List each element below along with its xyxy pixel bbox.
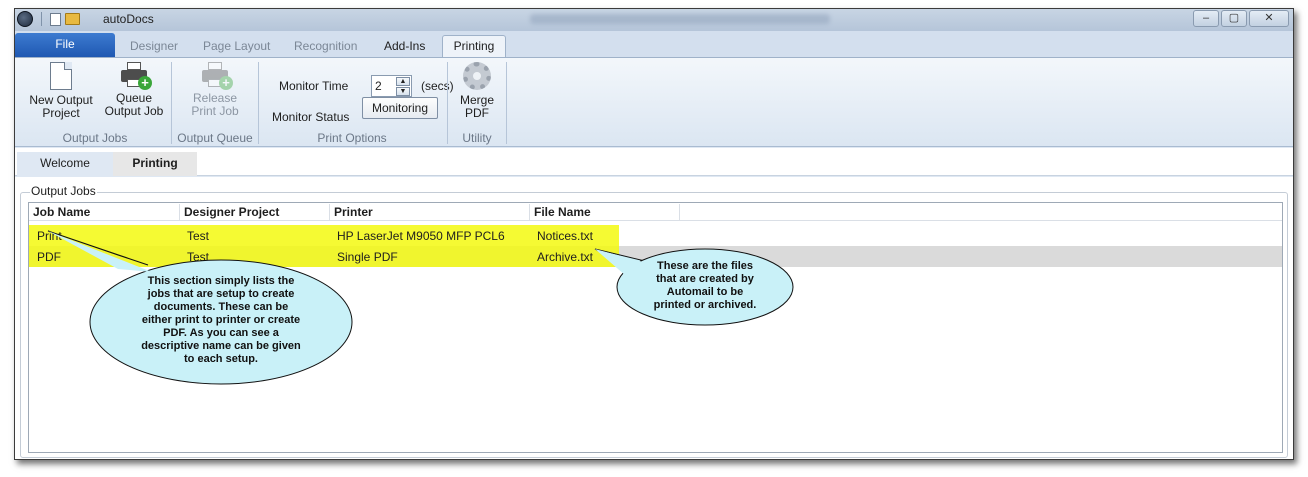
- minimize-button[interactable]: ‒: [1193, 10, 1219, 27]
- tab-recognition[interactable]: Recognition: [294, 39, 357, 53]
- close-button[interactable]: ✕: [1249, 10, 1289, 27]
- gear-icon: [463, 62, 491, 90]
- spin-up-icon[interactable]: ▲: [396, 77, 410, 86]
- app-title: autoDocs: [103, 12, 154, 26]
- blurred-window-title: [530, 14, 830, 24]
- printer-add-icon: +: [120, 62, 152, 90]
- cell-file-name: Notices.txt: [537, 229, 594, 243]
- tab-page-layout[interactable]: Page Layout: [203, 39, 270, 53]
- quick-access-toolbar: [17, 11, 80, 27]
- tab-printing-document[interactable]: Printing: [113, 152, 197, 176]
- monitor-time-value[interactable]: 2: [375, 79, 382, 93]
- ribbon-panel: New Output Project + Queue Output Job Ou…: [15, 57, 1293, 147]
- title-bar: autoDocs ‒ ▢ ✕: [15, 9, 1293, 31]
- monitoring-button[interactable]: Monitoring: [362, 97, 438, 119]
- group-output-jobs: New Output Project + Queue Output Job Ou…: [19, 58, 171, 148]
- group-output-queue: + Release Print Job Output Queue: [172, 58, 258, 148]
- callout-jobs-line: PDF. As you can see a: [163, 327, 279, 339]
- callout-jobs-line: either print to printer or create: [141, 314, 301, 326]
- callout-files-line: These are the files: [657, 260, 753, 272]
- tab-designer[interactable]: Designer: [130, 39, 178, 53]
- callout-jobs-line: descriptive name can be given: [141, 340, 301, 352]
- queue-output-job-label-2: Output Job: [104, 104, 164, 118]
- app-orb-icon[interactable]: [17, 11, 33, 27]
- release-print-job-label-2: Print Job: [191, 104, 239, 118]
- callout-jobs-line: jobs that are setup to create: [147, 288, 295, 300]
- monitor-status-label: Monitor Status: [272, 110, 350, 124]
- merge-pdf-button[interactable]: Merge PDF: [456, 62, 498, 120]
- new-output-project-button[interactable]: New Output Project: [23, 62, 99, 120]
- qat-separator: [41, 12, 42, 26]
- document-tab-bar: Welcome Printing: [15, 148, 1293, 176]
- cell-printer: HP LaserJet M9050 MFP PCL6: [337, 229, 505, 243]
- group-label-utility: Utility: [462, 131, 492, 145]
- callout-files-line: Automail to be: [666, 286, 744, 298]
- printer-release-icon: +: [201, 62, 233, 90]
- output-jobs-legend: Output Jobs: [30, 184, 97, 198]
- group-label-output-queue: Output Queue: [177, 131, 253, 145]
- tab-welcome[interactable]: Welcome: [17, 152, 113, 176]
- callout-jobs-note: This section simply lists the jobs that …: [40, 225, 360, 390]
- spin-down-icon[interactable]: ▼: [396, 87, 410, 96]
- maximize-button[interactable]: ▢: [1221, 10, 1247, 27]
- monitor-time-stepper[interactable]: 2 ▲ ▼: [371, 75, 412, 97]
- merge-pdf-label-2: PDF: [465, 106, 489, 120]
- new-output-project-label-2: Project: [42, 106, 80, 120]
- group-utility: Merge PDF Utility: [448, 58, 506, 148]
- callout-files-text: These are the files that are created by …: [637, 260, 773, 312]
- column-header-printer[interactable]: Printer: [330, 204, 530, 220]
- tab-file[interactable]: File: [15, 33, 115, 57]
- column-header-designer-project[interactable]: Designer Project: [180, 204, 330, 220]
- callout-jobs-text: This section simply lists the jobs that …: [120, 275, 322, 366]
- release-print-job-button[interactable]: + Release Print Job: [180, 62, 250, 118]
- column-header-job-name[interactable]: Job Name: [29, 204, 180, 220]
- new-document-icon: [50, 62, 72, 90]
- queue-output-job-button[interactable]: + Queue Output Job: [99, 62, 169, 118]
- group-separator: [506, 62, 507, 144]
- monitor-time-label: Monitor Time: [279, 79, 349, 93]
- callout-jobs-line: to each setup.: [184, 353, 258, 365]
- window-controls: ‒ ▢ ✕: [1193, 10, 1289, 27]
- open-folder-icon[interactable]: [65, 13, 80, 25]
- grid-header: Job Name Designer Project Printer File N…: [29, 203, 1282, 221]
- callout-files-line: printed or archived.: [653, 299, 757, 311]
- tab-printing[interactable]: Printing: [442, 35, 506, 58]
- callout-jobs-line: documents. These can be: [153, 301, 289, 313]
- group-label-print-options: Print Options: [317, 131, 387, 145]
- callout-jobs-line: This section simply lists the: [147, 275, 295, 287]
- new-document-icon[interactable]: [50, 12, 61, 26]
- callout-files-note: These are the files that are created by …: [575, 243, 805, 328]
- group-label-output-jobs: Output Jobs: [62, 131, 128, 145]
- column-header-file-name[interactable]: File Name: [530, 204, 680, 220]
- tab-add-ins[interactable]: Add-Ins: [384, 39, 425, 53]
- callout-files-line: that are created by: [656, 273, 754, 285]
- ribbon-tab-bar: File Designer Page Layout Recognition Ad…: [15, 31, 1293, 58]
